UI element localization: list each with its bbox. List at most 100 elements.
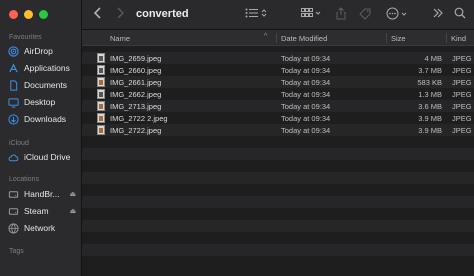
sidebar-item-label: Applications xyxy=(24,63,70,73)
file-size: 1.3 MB xyxy=(418,89,442,99)
window-title: converted xyxy=(136,8,189,20)
column-date-modified[interactable]: Date Modified xyxy=(281,34,327,43)
empty-row xyxy=(82,244,474,256)
column-divider[interactable] xyxy=(276,33,277,43)
file-row[interactable]: IMG_2660.jpeg Today at 09:34 3.7 MB JPEG… xyxy=(82,64,474,76)
file-kind: JPEG i xyxy=(452,113,474,123)
empty-row xyxy=(82,160,474,172)
empty-row xyxy=(82,232,474,244)
file-row[interactable]: IMG_2662.jpeg Today at 09:34 1.3 MB JPEG… xyxy=(82,88,474,100)
double-chevron-right-icon xyxy=(433,8,443,18)
file-name: IMG_2662.jpeg xyxy=(110,89,162,99)
tag-icon xyxy=(359,8,371,20)
file-date: Today at 09:34 xyxy=(281,89,331,99)
sidebar-item-downloads[interactable]: Downloads xyxy=(8,112,66,126)
tag-button[interactable] xyxy=(359,8,372,20)
sidebar-item-network[interactable]: Network xyxy=(8,221,55,235)
chevron-down-icon xyxy=(315,11,321,15)
file-name: IMG_2661.jpeg xyxy=(110,77,162,87)
file-name: IMG_2659.jpeg xyxy=(110,53,162,63)
grid-icon xyxy=(301,8,313,17)
file-size: 3.9 MB xyxy=(418,113,442,123)
minimize-button[interactable] xyxy=(24,10,33,19)
file-date: Today at 09:34 xyxy=(281,53,331,63)
search-button[interactable] xyxy=(454,7,466,19)
eject-icon[interactable]: ⏏ xyxy=(69,190,76,198)
file-name: IMG_2722.jpeg xyxy=(110,125,162,135)
sidebar: Favourites AirDrop Applications Document… xyxy=(0,0,82,276)
image-file-icon xyxy=(97,101,105,111)
sidebar-item-label: iCloud Drive xyxy=(24,152,71,162)
sidebar-section-icloud: iCloud xyxy=(9,140,29,147)
desktop-icon xyxy=(8,97,19,108)
file-kind: JPEG i xyxy=(452,89,474,99)
list-view-button[interactable] xyxy=(245,8,267,18)
file-size: 4 MB xyxy=(424,53,442,63)
back-button[interactable] xyxy=(93,7,103,21)
forward-button[interactable] xyxy=(115,7,125,21)
action-button[interactable] xyxy=(386,7,407,20)
file-row[interactable]: IMG_2659.jpeg Today at 09:34 4 MB JPEG i xyxy=(82,52,474,64)
empty-row xyxy=(82,196,474,208)
disk-icon xyxy=(8,189,19,200)
file-kind: JPEG i xyxy=(452,65,474,75)
empty-row xyxy=(82,184,474,196)
image-file-icon xyxy=(97,125,105,135)
file-date: Today at 09:34 xyxy=(281,101,331,111)
close-button[interactable] xyxy=(9,10,18,19)
image-file-icon xyxy=(97,53,105,63)
file-size: 3.7 MB xyxy=(418,65,442,75)
file-kind: JPEG i xyxy=(452,53,474,63)
file-name: IMG_2660.jpeg xyxy=(110,65,162,75)
file-row[interactable]: IMG_2722 2.jpeg Today at 09:34 3.9 MB JP… xyxy=(82,112,474,124)
share-button[interactable] xyxy=(336,7,346,20)
sidebar-item-desktop[interactable]: Desktop xyxy=(8,95,55,109)
list-view-icon xyxy=(245,8,258,18)
sort-ascending-icon[interactable]: ^ xyxy=(264,33,267,40)
image-file-icon xyxy=(97,89,105,99)
applications-icon xyxy=(8,63,19,74)
maximize-button[interactable] xyxy=(39,10,48,19)
column-size[interactable]: Size xyxy=(391,34,406,43)
sidebar-item-handbrake[interactable]: HandBr... ⏏ xyxy=(8,187,76,201)
toolbar-overflow-button[interactable] xyxy=(433,8,443,18)
file-name: IMG_2713.jpeg xyxy=(110,101,162,111)
column-kind[interactable]: Kind xyxy=(451,34,466,43)
sidebar-section-locations: Locations xyxy=(9,176,39,183)
column-name[interactable]: Name xyxy=(110,34,130,43)
file-size: 3.9 MB xyxy=(418,125,442,135)
image-file-icon xyxy=(97,113,105,123)
file-row[interactable]: IMG_2661.jpeg Today at 09:34 583 KB JPEG… xyxy=(82,76,474,88)
sidebar-item-applications[interactable]: Applications xyxy=(8,61,70,75)
sidebar-item-airdrop[interactable]: AirDrop xyxy=(8,44,53,58)
column-divider[interactable] xyxy=(386,33,387,43)
window-controls xyxy=(9,10,48,19)
sidebar-item-label: Network xyxy=(24,223,56,233)
sidebar-item-icloud-drive[interactable]: iCloud Drive xyxy=(8,150,70,164)
empty-row xyxy=(82,136,474,148)
sidebar-item-label: Steam xyxy=(24,206,49,216)
sidebar-item-label: AirDrop xyxy=(24,46,53,56)
file-row[interactable]: IMG_2722.jpeg Today at 09:34 3.9 MB JPEG… xyxy=(82,124,474,136)
empty-row xyxy=(82,172,474,184)
airdrop-icon xyxy=(8,45,19,57)
sidebar-item-documents[interactable]: Documents xyxy=(8,78,67,92)
file-list: IMG_2659.jpeg Today at 09:34 4 MB JPEG i… xyxy=(82,46,474,276)
file-date: Today at 09:34 xyxy=(281,113,331,123)
eject-icon[interactable]: ⏏ xyxy=(70,207,77,215)
sidebar-section-favourites: Favourites xyxy=(9,34,42,41)
file-kind: JPEG i xyxy=(452,77,474,87)
group-button[interactable] xyxy=(301,8,321,18)
sidebar-item-steam[interactable]: Steam ⏏ xyxy=(8,204,76,218)
file-date: Today at 09:34 xyxy=(281,77,331,87)
file-size: 583 KB xyxy=(417,77,442,87)
more-icon xyxy=(386,7,399,20)
sidebar-item-label: Downloads xyxy=(24,114,67,124)
file-row[interactable]: IMG_2713.jpeg Today at 09:34 3.6 MB JPEG… xyxy=(82,100,474,112)
chevron-down-icon xyxy=(401,12,407,16)
file-kind: JPEG i xyxy=(452,101,474,111)
column-divider[interactable] xyxy=(446,33,447,43)
empty-row xyxy=(82,208,474,220)
share-icon xyxy=(336,7,346,20)
column-header: Name ^ Date Modified Size Kind xyxy=(82,30,474,46)
